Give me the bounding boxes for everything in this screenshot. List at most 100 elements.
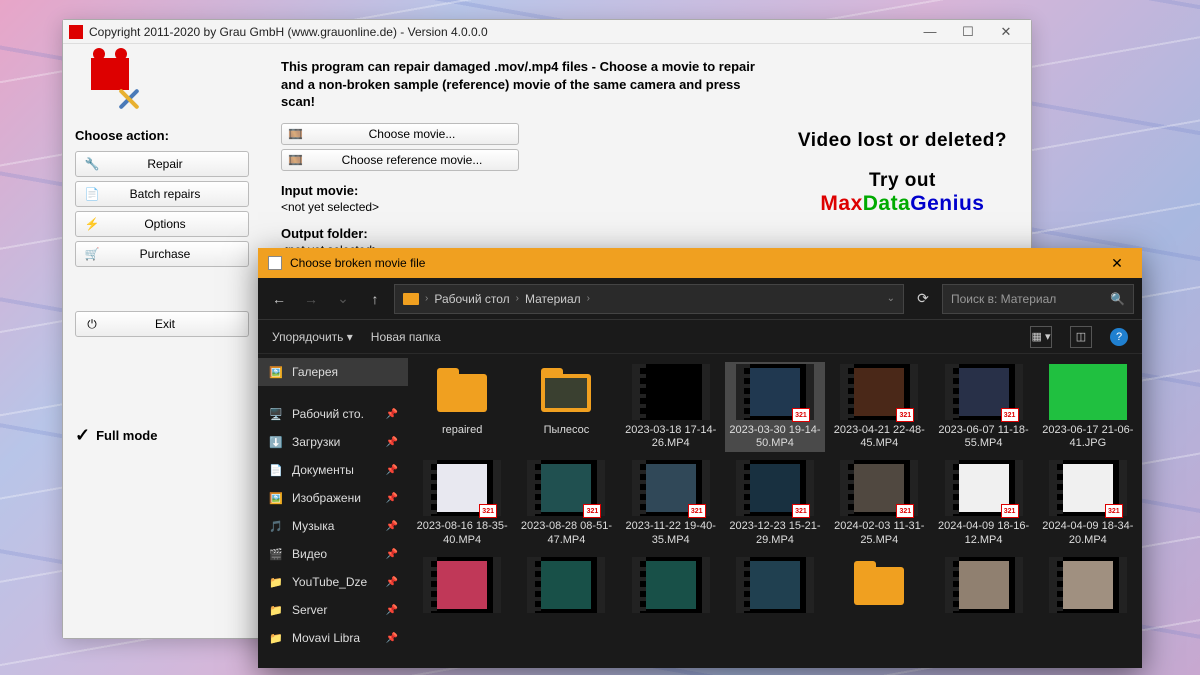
file-item[interactable]: [1038, 555, 1138, 619]
nav-label: Документы: [292, 463, 354, 477]
refresh-button[interactable]: ⟳: [910, 286, 936, 312]
player-badge: 321: [479, 504, 497, 518]
file-name: 2023-03-18 17-14-26.MP4: [624, 424, 718, 450]
video-thumb: 321: [840, 364, 918, 420]
file-item[interactable]: 321 2024-04-09 18-16-12.MP4: [933, 458, 1033, 548]
help-button[interactable]: ?: [1110, 328, 1128, 346]
dialog-close-button[interactable]: ✕: [1102, 255, 1132, 272]
file-item[interactable]: 3212023-11-22 19-40-35.MP4: [621, 458, 721, 548]
file-item[interactable]: 3212024-02-03 11-31-25.MP4: [829, 458, 929, 548]
choose-reference-button[interactable]: 🎞️ Choose reference movie...: [281, 149, 519, 171]
video-thumb: 321: [527, 460, 605, 516]
chevron-down-icon[interactable]: ⌄: [887, 293, 895, 304]
file-item[interactable]: 321 2023-12-23 15-21-29.MP4: [725, 458, 825, 548]
file-item[interactable]: 3212023-04-21 22-48-45.MP4: [829, 362, 929, 452]
file-item[interactable]: 2023-03-18 17-14-26.MP4: [621, 362, 721, 452]
file-item[interactable]: 3212023-06-07 11-18-55.MP4: [933, 362, 1033, 452]
nav-label: YouTube_Dze: [292, 575, 367, 589]
back-button[interactable]: ←: [266, 286, 292, 312]
player-badge: 321: [1105, 504, 1123, 518]
up-button[interactable]: ↑: [362, 286, 388, 312]
address-bar[interactable]: › Рабочий стол › Материал › ⌄: [394, 284, 904, 314]
dialog-nav: ← → ⌄ ↑ › Рабочий стол › Материал › ⌄ ⟳ …: [258, 278, 1142, 320]
nav-icon: ⬇️: [268, 434, 284, 450]
file-item[interactable]: 3212023-03-30 19-14-50.MP4: [725, 362, 825, 452]
preview-pane-button[interactable]: ◫: [1070, 326, 1092, 348]
nav-item[interactable]: 🖼️Галерея: [258, 358, 408, 386]
player-badge: 321: [792, 408, 810, 422]
file-item[interactable]: repaired: [412, 362, 512, 452]
pin-icon: 📌: [386, 409, 398, 420]
file-name: 2023-06-17 21-06-41.JPG: [1041, 424, 1135, 450]
dialog-title: Choose broken movie file: [290, 256, 425, 270]
file-item[interactable]: [621, 555, 721, 619]
nav-icon: 📄: [268, 462, 284, 478]
file-item[interactable]: [725, 555, 825, 619]
nav-item[interactable]: ⬇️Загрузки📌: [258, 428, 408, 456]
sidebar-repair-button[interactable]: 🔧Repair: [75, 151, 249, 177]
forward-button[interactable]: →: [298, 286, 324, 312]
file-name: Пылесос: [544, 424, 590, 437]
search-input[interactable]: Поиск в: Материал 🔍: [942, 284, 1134, 314]
sidebar-icon: 📄: [84, 187, 100, 201]
maximize-button[interactable]: ☐: [949, 24, 987, 40]
file-item[interactable]: [829, 555, 929, 619]
nav-item[interactable]: 📄Документы📌: [258, 456, 408, 484]
video-thumb: [632, 557, 710, 613]
video-thumb: 321: [632, 460, 710, 516]
file-name: 2024-04-09 18-16-12.MP4: [937, 520, 1031, 546]
close-button[interactable]: ✕: [987, 24, 1025, 40]
player-badge: 321: [792, 504, 810, 518]
file-item[interactable]: [933, 555, 1033, 619]
sidebar-batch repairs-button[interactable]: 📄Batch repairs: [75, 181, 249, 207]
sidebar-purchase-button[interactable]: 🛒Purchase: [75, 241, 249, 267]
minimize-button[interactable]: —: [911, 24, 949, 39]
promo-brand: MaxDataGenius: [798, 192, 1007, 216]
sidebar-label: Options: [110, 217, 220, 231]
nav-icon: 🎬: [268, 546, 284, 562]
organize-menu[interactable]: Упорядочить ▾: [272, 330, 353, 344]
breadcrumb-2[interactable]: Материал: [525, 292, 581, 306]
nav-item[interactable]: 📁Server📌: [258, 596, 408, 624]
nav-item[interactable]: 🖼️Изображени📌: [258, 484, 408, 512]
player-badge: 321: [583, 504, 601, 518]
video-thumb: [945, 557, 1023, 613]
window-title: Copyright 2011-2020 by Grau GmbH (www.gr…: [89, 25, 488, 39]
file-item[interactable]: [516, 555, 616, 619]
sidebar-exit-button[interactable]: ⏻Exit: [75, 311, 249, 337]
video-thumb: 321: [945, 460, 1023, 516]
folder-icon: [527, 364, 605, 420]
file-item[interactable]: 2023-06-17 21-06-41.JPG: [1038, 362, 1138, 452]
video-thumb: 321: [945, 364, 1023, 420]
nav-item[interactable]: 🎬Видео📌: [258, 540, 408, 568]
app-icon: [69, 25, 83, 39]
film-icon: 🎞️: [288, 153, 304, 167]
nav-item[interactable]: 📁Movavi Libra📌: [258, 624, 408, 652]
sidebar-icon: 🛒: [84, 247, 100, 261]
file-item[interactable]: 3212024-04-09 18-34-20.MP4: [1038, 458, 1138, 548]
choose-movie-button[interactable]: 🎞️ Choose movie...: [281, 123, 519, 145]
sidebar-options-button[interactable]: ⚡Options: [75, 211, 249, 237]
file-item[interactable]: Пылесос: [516, 362, 616, 452]
file-name: 2023-12-23 15-21-29.MP4: [728, 520, 822, 546]
nav-item[interactable]: 📁YouTube_Dze📌: [258, 568, 408, 596]
dialog-sidebar: 🖼️Галерея🖥️Рабочий сто.📌⬇️Загрузки📌📄Доку…: [258, 354, 408, 668]
file-item[interactable]: [412, 555, 512, 619]
sidebar-label: Exit: [110, 317, 220, 331]
nav-icon: 🖼️: [268, 490, 284, 506]
promo-line2: Try out: [798, 170, 1007, 192]
breadcrumb-1[interactable]: Рабочий стол: [434, 292, 509, 306]
nav-item[interactable]: 🎵Музыка📌: [258, 512, 408, 540]
file-item[interactable]: 3212023-08-28 08-51-47.MP4: [516, 458, 616, 548]
nav-icon: 🎵: [268, 518, 284, 534]
player-badge: 321: [1001, 504, 1019, 518]
view-mode-button[interactable]: ▦ ▾: [1030, 326, 1052, 348]
video-thumb: 321: [736, 460, 814, 516]
nav-label: Галерея: [292, 365, 338, 379]
nav-label: Видео: [292, 547, 327, 561]
video-thumb: 321: [840, 460, 918, 516]
nav-item[interactable]: 🖥️Рабочий сто.📌: [258, 400, 408, 428]
file-item[interactable]: 3212023-08-16 18-35-40.MP4: [412, 458, 512, 548]
recent-button[interactable]: ⌄: [330, 286, 356, 312]
new-folder-button[interactable]: Новая папка: [371, 330, 441, 344]
